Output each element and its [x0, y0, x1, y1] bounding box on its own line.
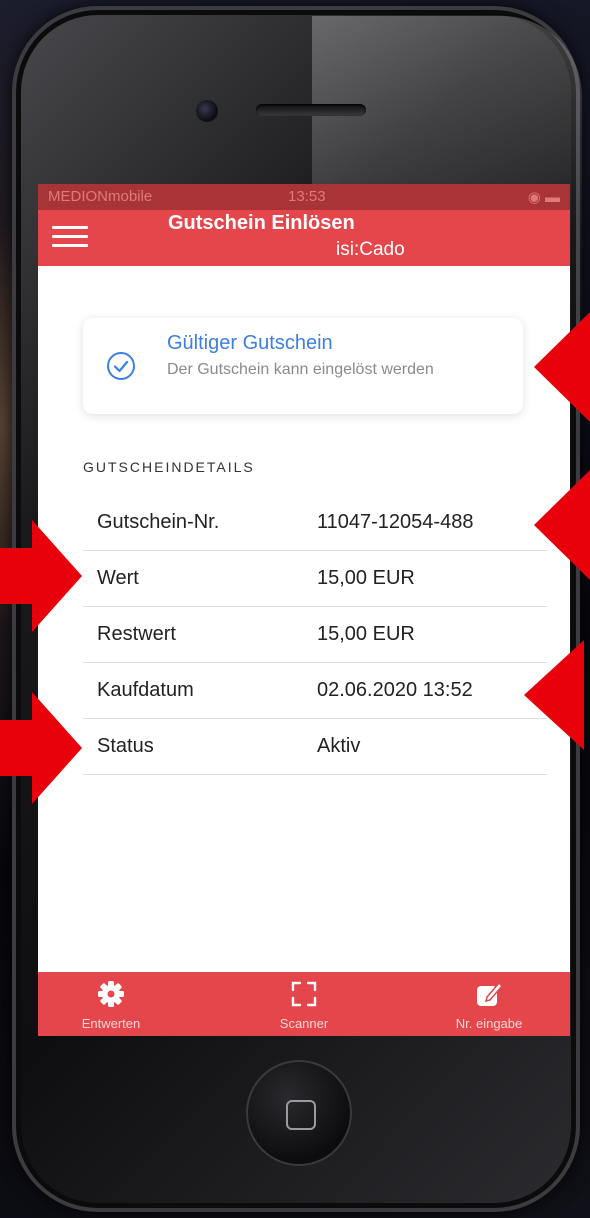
detail-row-purchase-date: Kaufdatum 02.06.2020 13:52 [83, 662, 547, 719]
row-value: Aktiv [317, 735, 361, 757]
detail-row-voucher-number: Gutschein-Nr. 11047-12054-488 [83, 494, 547, 551]
row-label: Wert [97, 567, 139, 589]
gear-icon [97, 980, 125, 1008]
validity-card: Gültiger Gutschein Der Gutschein kann ei… [83, 318, 523, 414]
row-label: Status [97, 735, 154, 757]
hamburger-menu-icon[interactable] [52, 226, 88, 248]
annotation-arrow-left-icon [524, 640, 584, 750]
validity-description: Der Gutschein kann eingelöst werden [167, 361, 434, 378]
section-heading: GUTSCHEINDETAILS [83, 459, 255, 475]
earpiece-speaker [256, 104, 366, 116]
row-label: Gutschein-Nr. [97, 511, 220, 533]
annotation-arrow-right-icon [0, 692, 82, 804]
tab-label: Scanner [279, 1016, 329, 1031]
status-time: 13:53 [288, 188, 326, 205]
tab-nr-eingabe[interactable]: Nr. eingabe [424, 972, 554, 1036]
status-bar: MEDIONmobile 13:53 ◉ ▬ [38, 184, 570, 210]
edit-icon [475, 980, 504, 1008]
app-header: Gutschein Einlösen isi:Cado [38, 210, 570, 266]
check-circle-icon [107, 352, 135, 380]
row-value: 11047-12054-488 [317, 511, 474, 533]
bottom-tab-bar: Entwerten Scanner Nr. eingabe [38, 972, 570, 1036]
tab-label: Entwerten [81, 1016, 141, 1031]
battery-icon: ◉ ▬ [527, 189, 560, 206]
page-title: Gutschein Einlösen [168, 212, 355, 234]
row-value: 02.06.2020 13:52 [317, 679, 473, 701]
tab-label: Nr. eingabe [455, 1016, 523, 1031]
detail-row-remaining: Restwert 15,00 EUR [83, 606, 547, 663]
app-screen: MEDIONmobile 13:53 ◉ ▬ Gutschein Einlöse… [38, 184, 570, 1036]
carrier-name: MEDIONmobile [48, 188, 153, 205]
home-button[interactable] [246, 1060, 352, 1166]
home-square-icon [286, 1100, 316, 1130]
annotation-arrow-left-icon [534, 312, 590, 422]
detail-row-status: Status Aktiv [83, 718, 547, 775]
validity-title: Gültiger Gutschein [167, 332, 333, 354]
annotation-arrow-left-icon [534, 470, 590, 580]
row-label: Restwert [97, 623, 176, 645]
row-label: Kaufdatum [97, 679, 194, 701]
tab-scanner[interactable]: Scanner [239, 972, 369, 1036]
scan-frame-icon [290, 980, 318, 1008]
row-value: 15,00 EUR [317, 567, 415, 589]
tab-entwerten[interactable]: Entwerten [46, 972, 176, 1036]
detail-row-value: Wert 15,00 EUR [83, 550, 547, 607]
annotation-arrow-right-icon [0, 520, 82, 632]
row-value: 15,00 EUR [317, 623, 415, 645]
app-subtitle: isi:Cado [336, 239, 405, 260]
front-camera [196, 100, 218, 122]
